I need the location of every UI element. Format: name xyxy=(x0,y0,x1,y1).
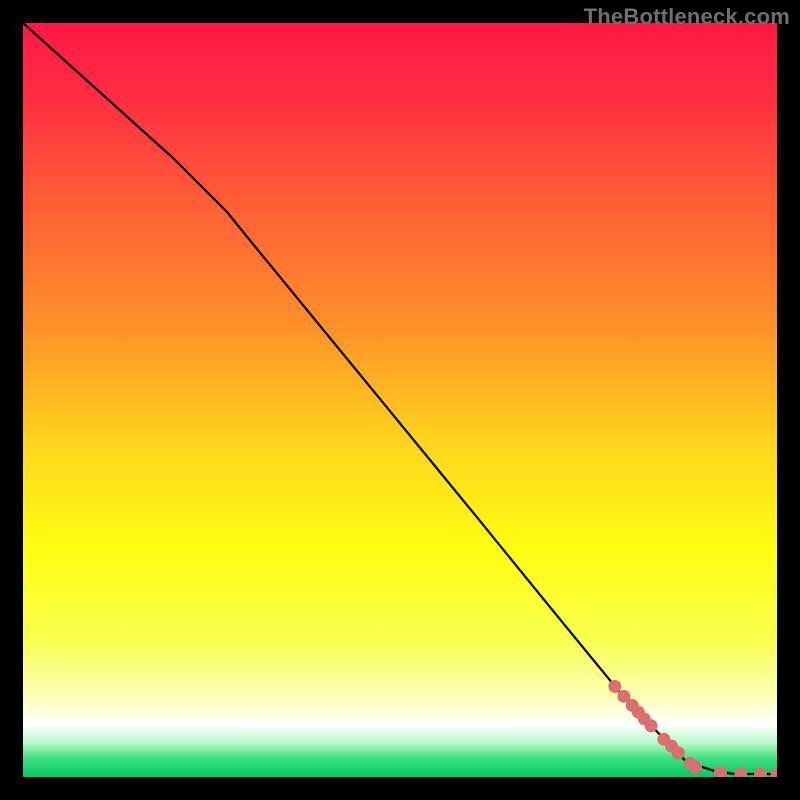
bottleneck-chart xyxy=(23,23,777,777)
plot-background xyxy=(23,23,777,777)
data-marker xyxy=(645,719,658,732)
data-marker xyxy=(672,746,685,759)
watermark-text: TheBottleneck.com xyxy=(584,4,790,30)
data-marker xyxy=(608,680,621,693)
data-marker xyxy=(689,761,702,774)
chart-stage: TheBottleneck.com xyxy=(0,0,800,800)
